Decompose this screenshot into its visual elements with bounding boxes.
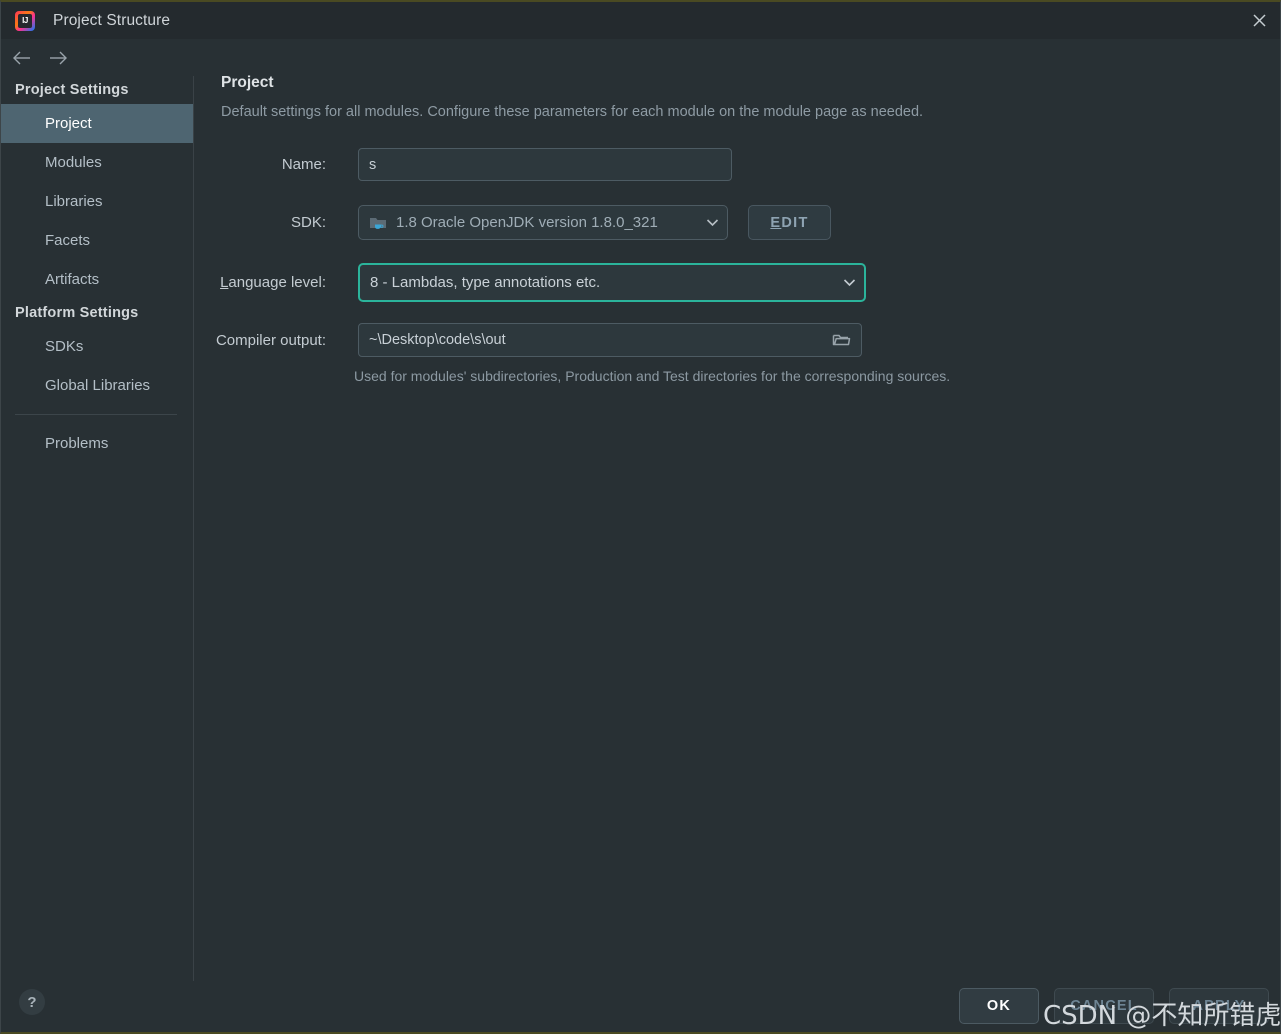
compiler-output-field-row: Compiler output: ~\Desktop\code\s\out — [195, 323, 862, 357]
name-input-value: s — [369, 156, 377, 173]
language-level-label-text: anguage level: — [228, 274, 326, 291]
compiler-output-label: Compiler output: — [215, 331, 326, 349]
help-button-label: ? — [27, 993, 37, 1011]
sidebar-item-label: Global Libraries — [45, 377, 151, 394]
project-structure-dialog: Project Structure Project Settings Pr — [0, 0, 1281, 1034]
compiler-output-hint: Used for modules' subdirectories, Produc… — [354, 368, 951, 384]
sidebar-item-label: Project — [45, 115, 92, 132]
ok-button-label: OK — [986, 998, 1012, 1014]
cancel-button[interactable]: CANCEL — [1054, 988, 1154, 1024]
sidebar-item-label: Artifacts — [45, 271, 100, 288]
compiler-output-value: ~\Desktop\code\s\out — [369, 332, 506, 348]
language-level-value: 8 - Lambdas, type annotations etc. — [370, 274, 601, 291]
folder-open-icon[interactable] — [832, 332, 851, 348]
edit-button-mnemonic: E — [770, 214, 782, 231]
sidebar-item-label: Problems — [45, 435, 109, 452]
cancel-button-label: CANCEL — [1070, 998, 1138, 1014]
arrow-right-icon[interactable] — [47, 47, 69, 69]
name-input[interactable]: s — [358, 148, 732, 181]
sidebar-group-header-platform-settings: Platform Settings — [15, 305, 139, 321]
edit-button-label: DIT — [781, 214, 809, 231]
sidebar-item-artifacts[interactable]: Artifacts — [1, 260, 193, 299]
question-mark-icon[interactable]: ? — [19, 989, 45, 1015]
title-bar: Project Structure — [1, 2, 1280, 39]
chevron-down-icon[interactable] — [843, 274, 856, 292]
sidebar-item-problems[interactable]: Problems — [1, 424, 193, 463]
arrow-left-icon[interactable] — [11, 47, 33, 69]
sidebar-group-header-project-settings: Project Settings — [15, 82, 129, 98]
sidebar-item-global-libraries[interactable]: Global Libraries — [1, 366, 193, 405]
language-level-label: Language level: — [195, 274, 326, 291]
sidebar-item-libraries[interactable]: Libraries — [1, 182, 193, 221]
sidebar-item-label: Libraries — [45, 193, 103, 210]
sidebar-divider — [15, 414, 177, 415]
sidebar-item-label: Facets — [45, 232, 91, 249]
compiler-output-input[interactable]: ~\Desktop\code\s\out — [358, 323, 862, 357]
language-level-combobox[interactable]: 8 - Lambdas, type annotations etc. — [358, 263, 866, 302]
sdk-field-row: SDK: 1.8 Oracle OpenJDK version 1.8.0_32… — [195, 205, 831, 240]
sidebar-item-project[interactable]: Project — [1, 104, 193, 143]
close-icon[interactable] — [1236, 2, 1280, 39]
jdk-folder-icon — [369, 215, 388, 231]
apply-button-label: APPLY — [1192, 998, 1246, 1014]
settings-sidebar: Project Settings Project Modules Librari… — [1, 76, 194, 981]
name-label: Name: — [281, 156, 326, 173]
ok-button[interactable]: OK — [959, 988, 1039, 1024]
intellij-idea-icon — [15, 10, 35, 31]
window-title: Project Structure — [53, 11, 171, 29]
sdk-combobox[interactable]: 1.8 Oracle OpenJDK version 1.8.0_321 — [358, 205, 728, 240]
chevron-down-icon[interactable] — [706, 214, 719, 232]
name-field-row: Name: s — [195, 148, 732, 181]
sdk-label: SDK: — [290, 214, 326, 231]
navigation-bar — [1, 39, 194, 76]
sidebar-item-facets[interactable]: Facets — [1, 221, 193, 260]
sidebar-item-label: Modules — [45, 154, 102, 171]
page-subtitle: Default settings for all modules. Config… — [221, 104, 924, 120]
page-title: Project — [221, 74, 274, 91]
sidebar-item-label: SDKs — [45, 338, 84, 355]
apply-button[interactable]: APPLY — [1169, 988, 1269, 1024]
sdk-value: 1.8 Oracle OpenJDK version 1.8.0_321 — [396, 214, 658, 231]
edit-sdk-button[interactable]: E DIT — [748, 205, 831, 240]
language-level-field-row: Language level: 8 - Lambdas, type annota… — [195, 263, 866, 302]
sidebar-item-modules[interactable]: Modules — [1, 143, 193, 182]
project-settings-panel: Project Default settings for all modules… — [195, 74, 1280, 981]
sidebar-item-sdks[interactable]: SDKs — [1, 327, 193, 366]
